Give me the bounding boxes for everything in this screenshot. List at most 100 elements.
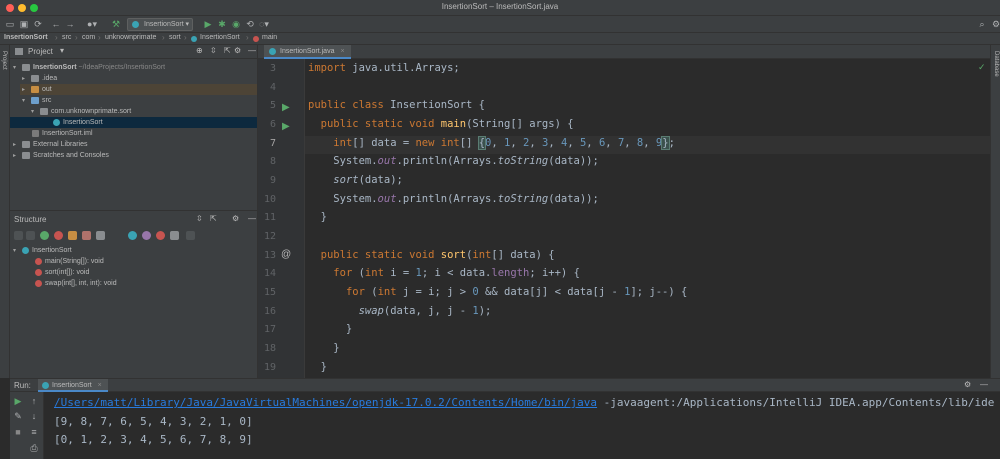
database-tool-window-button[interactable]: Database [993,51,999,77]
sort-alpha-icon[interactable] [26,231,35,240]
run-class-gutter-icon[interactable]: ▶ [282,102,290,113]
editor-tab[interactable]: InsertionSort.java × [264,45,351,59]
breadcrumb-method[interactable]: main [262,34,277,41]
show-interfaces-icon[interactable] [142,231,151,240]
tree-item-label: com.unknownprimate.sort [51,108,132,115]
scratches-icon [22,151,30,159]
tree-item-label: InsertionSort [63,119,103,126]
folder-icon [31,74,39,82]
tree-item-out[interactable]: ▸ out [20,84,257,95]
line-number: 5 [269,100,276,111]
tree-item-package[interactable]: ▾ com.unknownprimate.sort [31,106,131,117]
method-icon [253,36,259,42]
anonymous-classes-icon[interactable] [128,231,137,240]
sync-icon[interactable]: ⟳ [32,18,44,30]
profile-icon[interactable]: ⟲ [244,18,256,30]
search-icon[interactable]: ⌕ [976,18,988,30]
class-icon [191,36,197,42]
forward-arrow-icon[interactable]: → [64,18,76,30]
run-console[interactable]: /Users/matt/Library/Java/JavaVirtualMach… [44,392,1000,459]
tree-item-project-root[interactable]: ▾ InsertionSort ~/IdeaProjects/InsertionS… [13,62,165,73]
structure-item-class[interactable]: ▾ InsertionSort [13,245,72,256]
wrench-icon[interactable]: ✎ [12,410,24,422]
show-non-public-icon[interactable] [82,231,91,240]
breadcrumb-com[interactable]: com [82,34,95,41]
expand-all-icon[interactable]: ⇳ [210,46,217,55]
expand-all-icon[interactable]: ⇳ [196,214,203,223]
annotation-gutter-icon[interactable]: @ [281,249,291,260]
code-editor[interactable]: import java.util.Arrays; public class In… [305,59,990,378]
close-tab-icon[interactable]: × [98,382,102,389]
show-inherited-icon[interactable] [40,231,49,240]
sort-icon[interactable] [14,231,23,240]
breadcrumb-separator: › [55,33,58,42]
run-tab-label: InsertionSort [52,382,92,389]
autoscroll-icon[interactable] [186,231,195,240]
no-problems-check-icon[interactable]: ✓ [978,62,986,73]
hide-panel-icon[interactable]: — [248,46,256,55]
line-number: 13 [263,250,276,261]
line-number: 17 [263,324,276,335]
show-fields-icon[interactable] [54,231,63,240]
gear-icon[interactable]: ⚙ [964,380,971,389]
user-account-icon[interactable]: ●▾ [86,18,98,30]
chevron-right-icon: ▸ [13,153,17,159]
breadcrumb-project[interactable]: InsertionSort [4,34,48,41]
scroll-up-icon[interactable]: ↑ [28,395,40,407]
tree-item-label: out [42,86,52,93]
project-panel-title: Project [28,47,53,56]
chevron-down-icon[interactable]: ▾ [60,46,64,55]
tree-item-idea[interactable]: ▸ .idea [22,73,57,84]
soft-wrap-icon[interactable]: ≡ [28,426,40,438]
run-tab[interactable]: InsertionSort × [38,379,108,392]
debug-icon[interactable]: ✱ [216,18,228,30]
collapse-all-icon[interactable]: ⇱ [224,46,231,55]
structure-item-method-main[interactable]: main(String[]): void [35,256,104,267]
scroll-from-source-icon[interactable]: ⊕ [196,46,203,55]
editor-gutter: 3 4 5 6 7 8 9 10 11 12 13 14 15 16 17 18… [257,59,305,378]
tree-item-iml[interactable]: InsertionSort.iml [32,128,93,139]
tree-item-insertionsort-class[interactable]: InsertionSort [10,117,257,128]
tree-item-external-libraries[interactable]: ▸ External Libraries [13,139,87,150]
gear-icon[interactable]: ⚙ [232,214,239,223]
hide-panel-icon[interactable]: — [248,214,256,223]
open-folder-icon[interactable]: ▭ [4,18,16,30]
structure-item-method-sort[interactable]: sort(int[]): void [35,267,89,278]
save-icon[interactable]: ▣ [18,18,30,30]
breadcrumb-unknownprimate[interactable]: unknownprimate [105,34,156,41]
project-tool-window-button[interactable]: Project [1,51,7,70]
show-lambdas-icon[interactable] [96,231,105,240]
stop-icon[interactable]: ■ [12,426,24,438]
rerun-icon[interactable]: ▶ [12,395,24,407]
gear-icon[interactable]: ⚙ [234,46,241,55]
back-arrow-icon[interactable]: ← [50,18,62,30]
java-path-link[interactable]: /Users/matt/Library/Java/JavaVirtualMach… [54,396,597,409]
print-icon[interactable]: ⎙ [28,442,40,454]
scroll-down-icon[interactable]: ↓ [28,410,40,422]
hide-panel-icon[interactable]: — [980,380,988,389]
settings-gear-icon[interactable]: ⚙ [990,18,1000,30]
build-hammer-icon[interactable]: ⚒ [110,18,122,30]
structure-item-label: main(String[]): void [45,258,104,265]
stop-icon[interactable]: ◌▾ [258,18,270,30]
run-panel-title: Run: [14,381,31,390]
close-tab-icon[interactable]: × [340,48,344,55]
run-configuration-dropdown[interactable]: InsertionSort ▾ [127,18,193,31]
breadcrumb-class[interactable]: InsertionSort [200,34,240,41]
show-properties-icon[interactable] [68,231,77,240]
structure-item-method-swap[interactable]: swap(int[], int, int): void [35,278,117,289]
line-number: 9 [269,175,276,186]
coverage-icon[interactable]: ◉ [230,18,242,30]
run-icon[interactable]: ▶ [202,18,214,30]
folder-icon [22,63,30,71]
code-line: int[] data = new int[] {0, 1, 2, 3, 4, 5… [333,136,675,150]
tree-item-src[interactable]: ▾ src [22,95,51,106]
breadcrumb-src[interactable]: src [62,34,71,41]
code-line: public static void sort(int[] data) { [320,249,555,261]
run-main-gutter-icon[interactable]: ▶ [282,121,290,132]
filter-icon[interactable] [170,231,179,240]
collapse-all-icon[interactable]: ⇱ [210,214,217,223]
breadcrumb-sort[interactable]: sort [169,34,181,41]
tree-item-scratches[interactable]: ▸ Scratches and Consoles [13,150,109,161]
show-methods-icon[interactable] [156,231,165,240]
